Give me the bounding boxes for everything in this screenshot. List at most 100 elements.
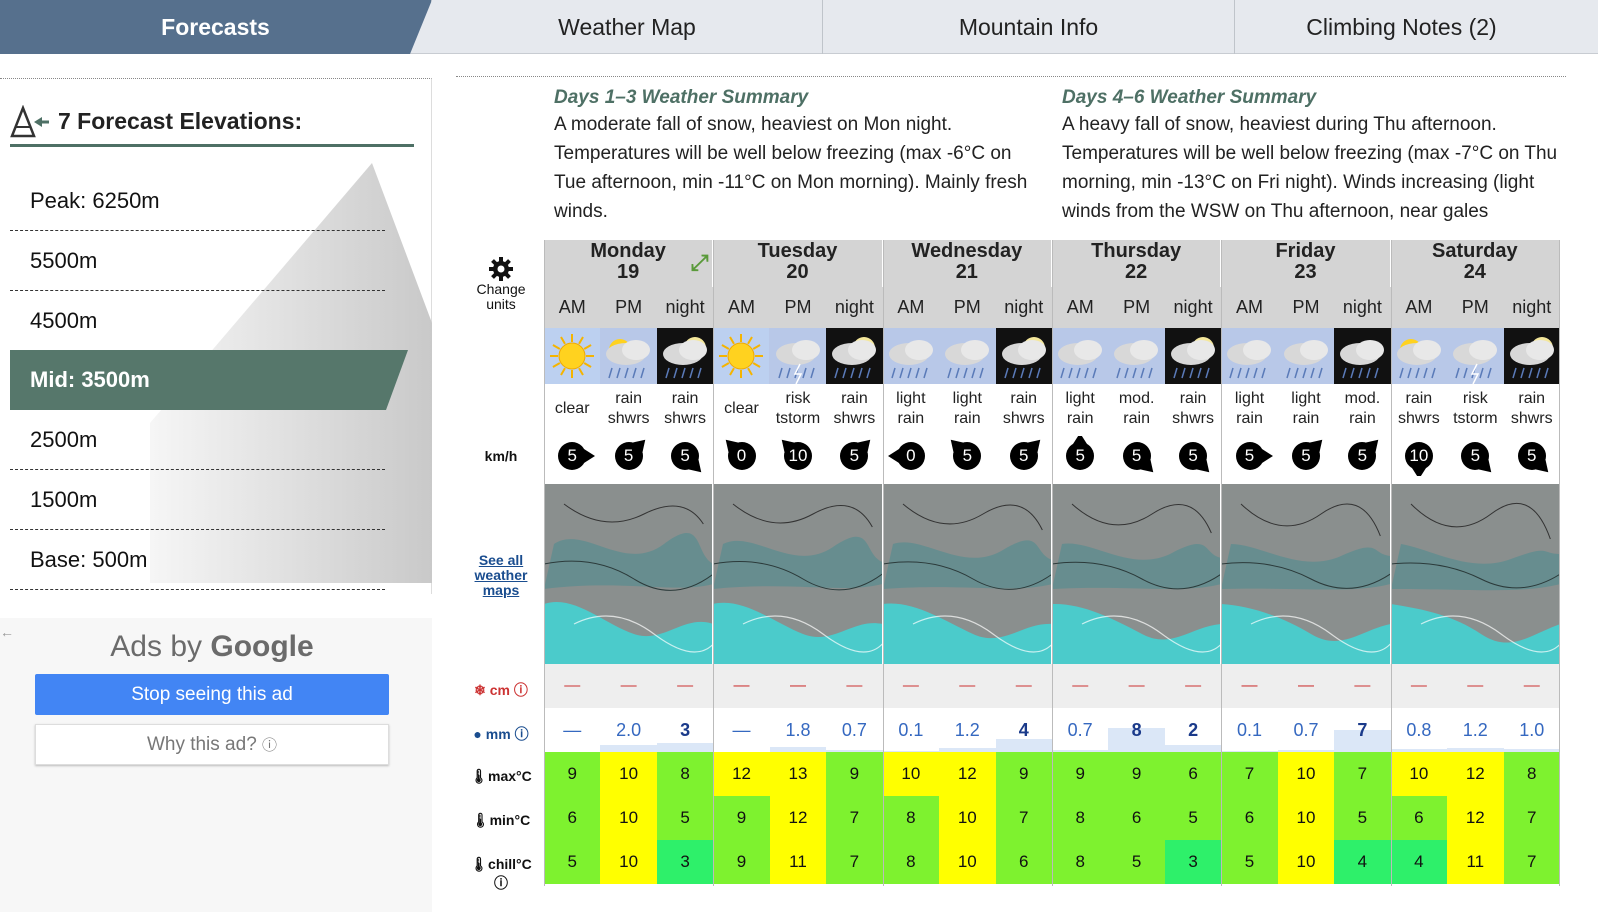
day-divider	[713, 240, 715, 886]
period-label: PM	[1108, 287, 1165, 328]
weather-description: risk tstorm	[1453, 390, 1498, 427]
chill-temp: 10	[600, 840, 657, 884]
min-temp: 8	[1052, 796, 1109, 840]
stop-ad-button[interactable]: Stop seeing this ad	[35, 674, 389, 715]
tab-forecasts[interactable]: Forecasts	[0, 0, 432, 54]
day-header: Friday 23	[1221, 240, 1391, 287]
why-ad-button[interactable]: Why this ad? ⓘ	[35, 724, 389, 765]
weather-map-thumbnail[interactable]	[713, 484, 883, 664]
snow-label: ❄ cm ⓘ	[462, 680, 540, 700]
min-temp: 6	[1390, 796, 1448, 840]
min-temp: 7	[995, 796, 1052, 840]
day-header: Wednesday 21	[882, 240, 1052, 287]
rain-value: 8	[1131, 720, 1142, 740]
tab-weather-map[interactable]: Weather Map	[432, 0, 823, 54]
rain-unit: mm	[485, 726, 511, 742]
see-all-maps-link[interactable]: See all weather maps	[462, 553, 540, 598]
moon-cloud-rain-icon	[656, 328, 714, 384]
weather-description: rain shwrs	[1397, 390, 1440, 427]
day-name: Saturday	[1432, 240, 1518, 262]
thunderstorm-icon	[769, 328, 827, 384]
chill-temp: 5	[1221, 840, 1278, 884]
weather-description: rain shwrs	[1172, 390, 1214, 427]
wind-indicator: 5	[1504, 436, 1560, 476]
thermometer-icon: 🌡	[470, 768, 489, 784]
wind-speed: 0	[736, 446, 747, 465]
thermometer-icon: 🌡	[471, 812, 490, 828]
chill-temp: 3	[656, 840, 714, 884]
min-temp: 7	[826, 796, 883, 840]
rain-value: 0.7	[1067, 720, 1093, 740]
wind-speed: 5	[1188, 446, 1198, 465]
weather-map-thumbnail[interactable]	[1052, 484, 1222, 664]
weather-map-thumbnail[interactable]	[1390, 484, 1560, 664]
snow-amount: —	[769, 664, 827, 708]
expand-icon[interactable]: ⤢	[691, 252, 709, 274]
period-label: AM	[882, 287, 940, 328]
rain-value: 4	[1018, 720, 1029, 740]
wind-speed: 5	[1019, 446, 1029, 465]
weather-map-thumbnail[interactable]	[1221, 484, 1391, 664]
rain-amount: 0.8	[1390, 708, 1448, 752]
weather-map-thumbnail[interactable]	[544, 484, 714, 664]
rain-amount: 0.7	[1277, 708, 1335, 752]
max-temp-unit: max°C	[488, 768, 532, 784]
elevation-1500[interactable]: 1500m	[10, 470, 385, 530]
elevation-base[interactable]: Base: 500m	[10, 530, 385, 590]
max-temp: 12	[713, 752, 770, 796]
chill-temp: 6	[995, 840, 1052, 884]
min-temp: 10	[600, 796, 657, 840]
chill-temp: 8	[1052, 840, 1109, 884]
rain-amount: 8	[1108, 708, 1165, 752]
rain-amount: 1.2	[939, 708, 996, 752]
elevation-5500[interactable]: 5500m	[10, 231, 385, 291]
wind-indicator: 5	[657, 436, 713, 476]
change-units-button[interactable]: Change units	[462, 256, 540, 312]
rain-amount: 4	[995, 708, 1052, 752]
forecast-table: Monday 19 ⤢ Tuesday 20 Wednesday 21 Thursday…	[544, 240, 1560, 886]
wind-speed: 5	[1470, 446, 1481, 465]
min-temp-unit: min°C	[489, 812, 531, 828]
rain-amount: 0.1	[882, 708, 940, 752]
map-image	[1390, 484, 1559, 664]
tab-mountain-info[interactable]: Mountain Info	[823, 0, 1235, 54]
rain-amount: 1.2	[1447, 708, 1504, 752]
tab-climbing-notes[interactable]: Climbing Notes (2)	[1235, 0, 1568, 54]
elevation-2500[interactable]: 2500m	[10, 410, 385, 470]
day-date: 21	[955, 261, 978, 283]
period-label: AM	[544, 287, 601, 328]
max-temp: 7	[1334, 752, 1391, 796]
snow-amount: —	[600, 664, 657, 708]
weather-description: risk tstorm	[775, 390, 821, 427]
summary-days-1-3: Days 1–3 Weather Summary A moderate fall…	[554, 86, 1044, 238]
info-icon[interactable]: ⓘ	[514, 682, 528, 698]
info-icon[interactable]: ⓘ	[494, 875, 508, 891]
wind-speed: 5	[1527, 446, 1537, 465]
wind-speed: 5	[680, 446, 690, 465]
weather-map-thumbnail[interactable]	[882, 484, 1052, 664]
wind-speed: 5	[1301, 446, 1311, 465]
chill-temp-unit: chill°C	[488, 856, 532, 872]
google-logo: Google	[210, 630, 314, 663]
rain-value: 1.8	[785, 720, 811, 740]
weather-description: rain shwrs	[1510, 390, 1553, 427]
max-temp: 9	[1052, 752, 1109, 796]
elevation-4500[interactable]: 4500m	[10, 291, 385, 351]
map-image	[1221, 484, 1390, 664]
rain-amount: 0.7	[1052, 708, 1109, 752]
wind-speed: 10	[1409, 446, 1429, 465]
info-icon[interactable]: ⓘ	[515, 726, 529, 742]
wind-indicator: 5	[939, 436, 995, 476]
day-divider	[544, 240, 545, 886]
chill-temp: 10	[939, 840, 996, 884]
min-temp-label: 🌡min°C	[462, 812, 540, 829]
snow-amount: —	[939, 664, 996, 708]
elevation-peak[interactable]: Peak: 6250m	[10, 171, 385, 231]
rain-amount: —	[544, 708, 601, 752]
chill-temp: 3	[1164, 840, 1222, 884]
elevation-mid-selected[interactable]: Mid: 3500m	[10, 350, 408, 410]
min-temp: 6	[1221, 796, 1278, 840]
rain-value: 0.1	[1237, 720, 1263, 740]
max-temp: 6	[1164, 752, 1222, 796]
summary-title: Days 1–3 Weather Summary	[554, 87, 809, 108]
